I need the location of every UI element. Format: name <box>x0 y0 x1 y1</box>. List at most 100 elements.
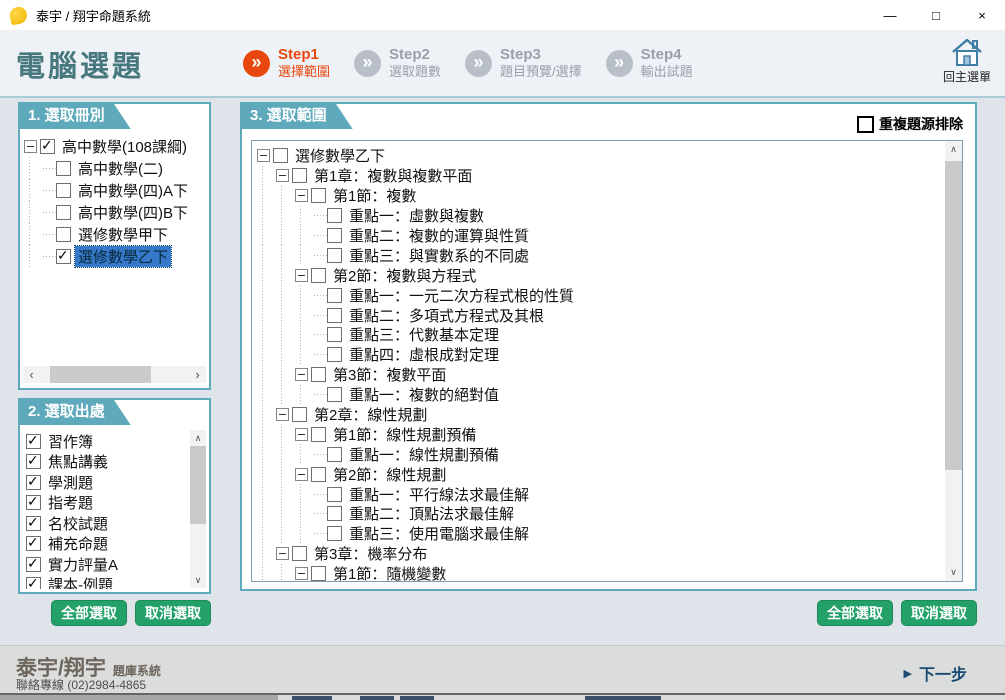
tree-item-label[interactable]: 第1節：線性規劃預備 <box>330 424 479 445</box>
close-button[interactable]: × <box>959 0 1005 30</box>
step-step4[interactable]: Step4輸出試題 <box>606 46 693 81</box>
tree-item-label[interactable]: 高中數學(四)A下 <box>75 180 191 201</box>
scrollbar-thumb[interactable] <box>190 446 206 524</box>
vertical-scrollbar[interactable] <box>190 430 206 588</box>
checkbox[interactable] <box>56 227 71 242</box>
checkbox[interactable] <box>327 228 342 243</box>
checkbox[interactable] <box>292 407 307 422</box>
checkbox[interactable] <box>26 475 41 490</box>
checkbox[interactable] <box>311 268 326 283</box>
list-item-label[interactable]: 課本-例題 <box>45 574 116 589</box>
scrollbar-thumb[interactable] <box>50 366 151 383</box>
select-all-button[interactable]: 全部選取 <box>51 600 127 626</box>
scroll-left-icon[interactable] <box>23 366 40 383</box>
list-item-label[interactable]: 指考題 <box>45 492 96 513</box>
tree-item-label[interactable]: 高中數學(108課綱) <box>59 136 190 157</box>
collapse-toggle-icon[interactable] <box>276 408 289 421</box>
checkbox[interactable] <box>327 208 342 223</box>
dedupe-option[interactable]: 重複題源排除 <box>857 114 963 134</box>
checkbox[interactable] <box>327 308 342 323</box>
tree-item-label[interactable]: 重點一：平行線法求最佳解 <box>346 484 532 505</box>
tree-item-label[interactable]: 第1節：隨機變數 <box>330 563 449 581</box>
tree-item-label[interactable]: 重點三：代數基本定理 <box>346 324 502 345</box>
deselect-all-button[interactable]: 取消選取 <box>901 600 977 626</box>
checkbox[interactable] <box>327 327 342 342</box>
tree-item-label[interactable]: 重點四：虛根成對定理 <box>346 344 502 365</box>
vertical-scrollbar[interactable] <box>945 141 962 581</box>
scrollbar-track[interactable] <box>945 158 962 564</box>
list-item-label[interactable]: 習作簿 <box>45 431 96 452</box>
minimize-button[interactable]: — <box>867 0 913 30</box>
tree-item-label[interactable]: 重點一：虛數與複數 <box>346 205 487 226</box>
tree-item-label[interactable]: 重點一：複數的絕對值 <box>346 384 502 405</box>
checkbox[interactable] <box>26 495 41 510</box>
deselect-all-button[interactable]: 取消選取 <box>135 600 211 626</box>
checkbox[interactable] <box>327 487 342 502</box>
tree-item-label[interactable]: 選修數學乙下 <box>292 146 388 166</box>
collapse-toggle-icon[interactable] <box>295 428 308 441</box>
collapse-toggle-icon[interactable] <box>295 269 308 282</box>
list-item-label[interactable]: 學測題 <box>45 472 96 493</box>
collapse-toggle-icon[interactable] <box>295 368 308 381</box>
tree-item-label[interactable]: 高中數學(四)B下 <box>75 202 191 223</box>
checkbox[interactable] <box>327 288 342 303</box>
tree-item-label[interactable]: 第2節：線性規劃 <box>330 464 449 485</box>
checkbox[interactable] <box>327 447 342 462</box>
step-step3[interactable]: Step3題目預覽/選擇 <box>465 46 582 81</box>
collapse-toggle-icon[interactable] <box>295 468 308 481</box>
checkbox[interactable] <box>40 139 55 154</box>
checkbox[interactable] <box>327 387 342 402</box>
list-item-label[interactable]: 焦點講義 <box>45 451 111 472</box>
checkbox[interactable] <box>311 566 326 581</box>
checkbox[interactable] <box>56 249 71 264</box>
checkbox[interactable] <box>311 467 326 482</box>
scroll-down-icon[interactable] <box>945 564 962 581</box>
tree-item-label[interactable]: 第2節：複數與方程式 <box>330 265 479 286</box>
checkbox[interactable] <box>311 367 326 382</box>
checkbox[interactable] <box>26 434 41 449</box>
step-step2[interactable]: Step2選取題數 <box>354 46 441 81</box>
scrollbar-thumb[interactable] <box>945 161 962 470</box>
tree-item-label[interactable]: 第1節：複數 <box>330 185 419 206</box>
collapse-toggle-icon[interactable] <box>295 567 308 580</box>
checkbox[interactable] <box>327 347 342 362</box>
collapse-toggle-icon[interactable] <box>276 169 289 182</box>
collapse-toggle-icon[interactable] <box>24 140 37 153</box>
checkbox[interactable] <box>273 148 288 163</box>
checkbox[interactable] <box>26 536 41 551</box>
tree-item-label[interactable]: 重點三：使用電腦求最佳解 <box>346 523 532 544</box>
checkbox[interactable] <box>311 188 326 203</box>
tree-item-label[interactable]: 重點三：與實數系的不同處 <box>346 245 532 266</box>
checkbox[interactable] <box>56 205 71 220</box>
tree-item-label[interactable]: 第3章：機率分布 <box>311 543 430 564</box>
scroll-right-icon[interactable] <box>189 366 206 383</box>
checkbox[interactable] <box>26 454 41 469</box>
collapse-toggle-icon[interactable] <box>295 189 308 202</box>
tree-item-label[interactable]: 重點一：線性規劃預備 <box>346 444 502 465</box>
dedupe-checkbox[interactable] <box>857 116 874 133</box>
checkbox[interactable] <box>56 183 71 198</box>
checkbox[interactable] <box>292 168 307 183</box>
checkbox[interactable] <box>26 557 41 572</box>
horizontal-scrollbar[interactable] <box>23 366 206 383</box>
scroll-up-icon[interactable] <box>945 141 962 158</box>
checkbox[interactable] <box>327 506 342 521</box>
tree-item-label[interactable]: 第2章：線性規劃 <box>311 404 430 425</box>
list-item-label[interactable]: 實力評量A <box>45 554 121 575</box>
list-item-label[interactable]: 補充命題 <box>45 533 111 554</box>
checkbox[interactable] <box>327 526 342 541</box>
select-all-button[interactable]: 全部選取 <box>817 600 893 626</box>
tree-item-label[interactable]: 重點二：多項式方程式及其根 <box>346 305 547 326</box>
collapse-toggle-icon[interactable] <box>276 547 289 560</box>
tree-item-label[interactable]: 第1章：複數與複數平面 <box>311 165 475 186</box>
maximize-button[interactable]: □ <box>913 0 959 30</box>
tree-item-label[interactable]: 第3節：複數平面 <box>330 364 449 385</box>
scrollbar-track[interactable] <box>190 446 206 572</box>
collapse-toggle-icon[interactable] <box>257 149 270 162</box>
checkbox[interactable] <box>292 546 307 561</box>
step-step1[interactable]: Step1選擇範圍 <box>243 46 330 81</box>
tree-item-label[interactable]: 選修數學甲下 <box>75 224 171 245</box>
tree-item-label[interactable]: 高中數學(二) <box>75 158 166 179</box>
list-item-label[interactable]: 名校試題 <box>45 513 111 534</box>
checkbox[interactable] <box>311 427 326 442</box>
